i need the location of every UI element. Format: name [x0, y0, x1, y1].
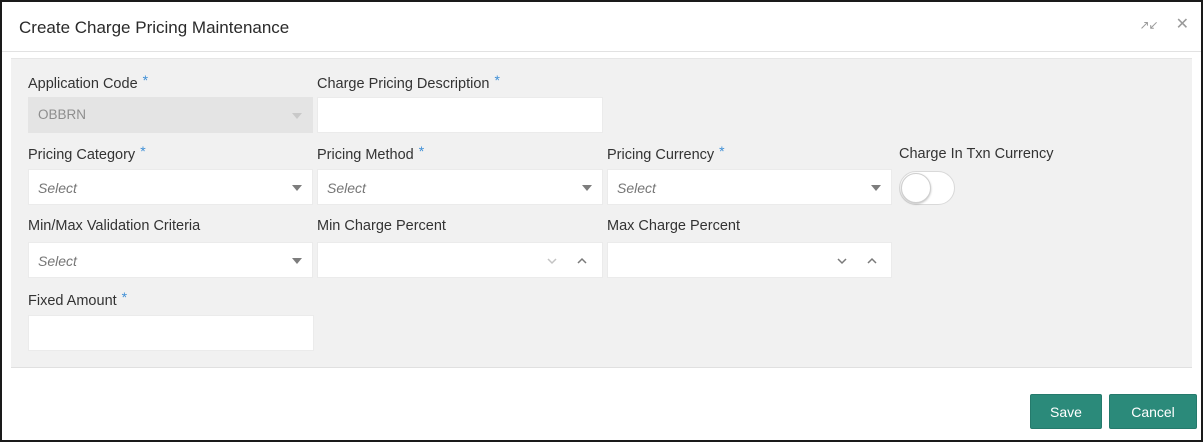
- charge-pricing-description-label: Charge Pricing Description *: [317, 72, 500, 92]
- application-code-label: Application Code *: [28, 72, 149, 92]
- charge-in-txn-currency-toggle[interactable]: [899, 171, 955, 205]
- min-max-validation-placeholder: Select: [38, 253, 77, 269]
- chevron-down-icon: [582, 185, 592, 191]
- pricing-method-select[interactable]: Select: [317, 169, 603, 205]
- max-charge-percent-label: Max Charge Percent: [607, 218, 740, 234]
- pricing-category-label: Pricing Category *: [28, 143, 146, 163]
- required-marker: *: [418, 143, 425, 159]
- min-max-validation-criteria-select[interactable]: Select: [28, 242, 313, 278]
- cancel-button[interactable]: Cancel: [1109, 394, 1197, 429]
- chevron-down-icon: [292, 185, 302, 191]
- minimize-arrows-icon[interactable]: ↗↙: [1139, 16, 1158, 34]
- required-marker: *: [719, 143, 725, 159]
- application-code-value: OBBRN: [38, 107, 87, 122]
- chevron-up-icon[interactable]: [866, 255, 878, 267]
- required-marker: *: [140, 143, 146, 159]
- max-charge-percent-input[interactable]: [607, 242, 892, 278]
- pricing-method-label: Pricing Method *: [317, 143, 425, 163]
- application-code-select: OBBRN: [28, 97, 313, 133]
- min-charge-percent-input[interactable]: [317, 242, 603, 278]
- chevron-down-icon: [292, 113, 302, 119]
- dialog-title: Create Charge Pricing Maintenance: [19, 18, 290, 37]
- charge-pricing-description-input[interactable]: [317, 97, 603, 133]
- min-charge-percent-label: Min Charge Percent: [317, 218, 446, 234]
- close-icon[interactable]: ✕: [1176, 16, 1189, 34]
- required-marker: *: [494, 72, 500, 88]
- pricing-currency-select[interactable]: Select: [607, 169, 892, 205]
- save-button[interactable]: Save: [1030, 394, 1102, 429]
- form-panel: Application Code * OBBRN Charge Pricing D…: [11, 58, 1192, 368]
- pricing-category-select[interactable]: Select: [28, 169, 313, 205]
- create-charge-pricing-dialog: Create Charge Pricing Maintenance ↗↙ ✕ A…: [0, 0, 1203, 442]
- charge-in-txn-currency-label: Charge In Txn Currency: [899, 146, 1054, 162]
- min-max-validation-criteria-label: Min/Max Validation Criteria: [28, 218, 201, 234]
- chevron-down-icon[interactable]: [836, 255, 848, 267]
- toggle-knob: [901, 173, 931, 203]
- chevron-down-icon: [292, 258, 302, 264]
- dialog-header: Create Charge Pricing Maintenance ↗↙ ✕: [2, 2, 1201, 52]
- pricing-currency-label: Pricing Currency *: [607, 143, 725, 163]
- chevron-down-icon[interactable]: [546, 255, 558, 267]
- required-marker: *: [121, 289, 128, 305]
- required-marker: *: [142, 72, 149, 88]
- chevron-down-icon: [871, 185, 881, 191]
- pricing-method-placeholder: Select: [327, 180, 366, 196]
- fixed-amount-input[interactable]: [28, 315, 314, 351]
- pricing-currency-placeholder: Select: [617, 180, 656, 196]
- pricing-category-placeholder: Select: [38, 180, 77, 196]
- chevron-up-icon[interactable]: [576, 255, 588, 267]
- fixed-amount-label: Fixed Amount *: [28, 289, 128, 309]
